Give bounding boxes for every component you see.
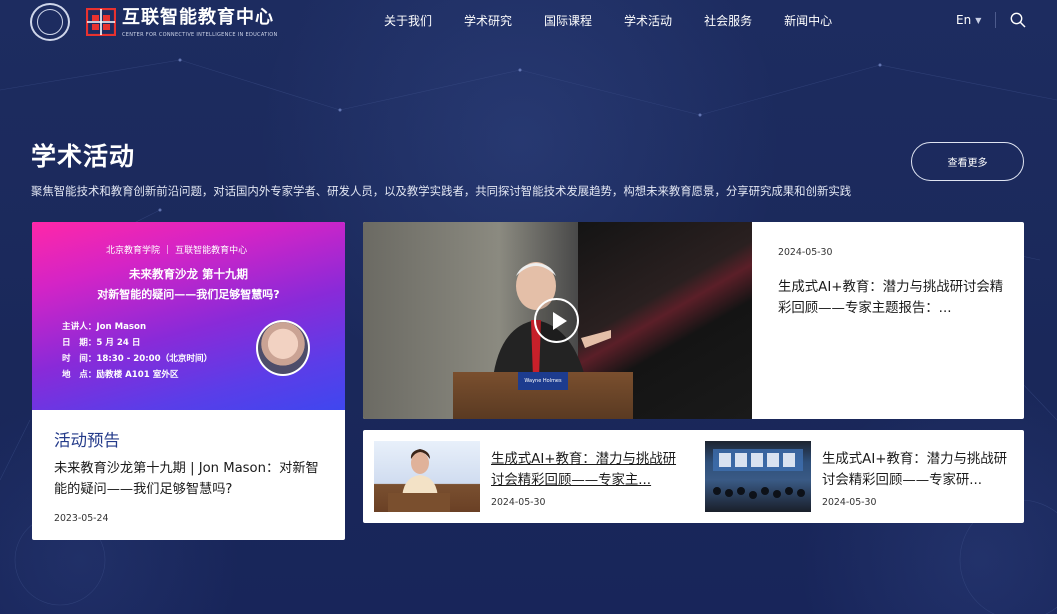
video-news-date: 2024-05-30 [778,247,833,258]
nav-item-courses[interactable]: 国际课程 [544,12,592,29]
podium-label: Wayne Holmes [518,372,568,390]
video-thumbnail[interactable]: Wayne Holmes [363,222,752,419]
brand-name-en: CENTER FOR CONNECTIVE INTELLIGENCE IN ED… [122,31,278,38]
poster-time: 时 间：18:30 - 20:00（北京时间） [62,354,213,364]
featured-event-body: 活动预告 未来教育沙龙第十九期 | Jon Mason：对新智能的疑问——我们足… [32,410,345,524]
news-title[interactable]: 生成式AI+教育：潜力与挑战研讨会精彩回顾——专家研... [822,449,1012,491]
news-date: 2024-05-30 [491,497,546,508]
nav-item-about[interactable]: 关于我们 [384,12,432,29]
event-date: 2023-05-24 [54,513,109,524]
video-news-info: 2024-05-30 生成式AI+教育：潜力与挑战研讨会精彩回顾——专家主题报告… [778,247,1008,319]
main-nav: 关于我们 学术研究 国际课程 学术活动 社会服务 新闻中心 [384,12,864,29]
news-date: 2024-05-30 [822,497,877,508]
section-description: 聚焦智能技术和教育创新前沿问题，对话国内外专家学者、研发人员，以及教学实践者，共… [31,184,852,198]
news-text: 生成式AI+教育：潜力与挑战研讨会精彩回顾——专家主... 2024-05-30 [491,449,681,508]
poster-place: 地 点：励教楼 A101 室外区 [62,370,179,380]
nav-item-news[interactable]: 新闻中心 [784,12,832,29]
news-thumbnail[interactable] [374,441,480,512]
nav-item-research[interactable]: 学术研究 [464,12,512,29]
news-title[interactable]: 生成式AI+教育：潜力与挑战研讨会精彩回顾——专家主... [491,449,681,491]
language-switcher[interactable]: En ▼ [956,13,981,27]
news-thumbnail[interactable] [705,441,811,512]
view-more-button[interactable]: 查看更多 [911,142,1024,181]
video-news-title[interactable]: 生成式AI+教育：潜力与挑战研讨会精彩回顾——专家主题报告：... [778,277,1008,319]
poster-title-line2: 对新智能的疑问——我们足够智慧吗? [97,288,280,301]
site-header: 互联智能教育中心 CENTER FOR CONNECTIVE INTELLIGE… [0,0,1057,44]
brand-name: 互联智能教育中心 CENTER FOR CONNECTIVE INTELLIGE… [122,7,278,38]
language-label: En [956,13,972,27]
video-news-card[interactable]: Wayne Holmes 2024-05-30 生成式AI+教育：潜力与挑战研讨… [363,222,1024,419]
nav-item-services[interactable]: 社会服务 [704,12,752,29]
event-tag: 活动预告 [54,431,120,450]
poster-speaker: 主讲人：Jon Mason [62,322,147,332]
poster-logo-right: 互联智能教育中心 [175,246,248,256]
play-icon[interactable] [534,298,579,343]
news-text: 生成式AI+教育：潜力与挑战研讨会精彩回顾——专家研... 2024-05-30 [822,449,1012,508]
poster-date: 日 期：5 月 24 日 [62,338,141,348]
featured-event-card[interactable]: 北京教育学院 | 互联智能教育中心 未来教育沙龙 第十九期 对新智能的疑问——我… [32,222,345,540]
poster-logo-left: 北京教育学院 [106,246,161,256]
university-seal-icon [30,3,70,41]
logo[interactable]: 互联智能教育中心 CENTER FOR CONNECTIVE INTELLIGE… [30,3,278,41]
poster-title-line1: 未来教育沙龙 第十九期 [128,267,248,281]
list-item[interactable]: 生成式AI+教育：潜力与挑战研讨会精彩回顾——专家研... 2024-05-30 [705,441,1015,512]
brand-mark-icon [85,7,117,37]
poster-logos: 北京教育学院 | 互联智能教育中心 [106,244,248,257]
search-icon[interactable] [1010,12,1026,28]
section-title: 学术活动 [31,142,136,171]
nav-item-activities[interactable]: 学术活动 [624,12,672,29]
list-item[interactable]: 生成式AI+教育：潜力与挑战研讨会精彩回顾——专家主... 2024-05-30 [374,441,694,512]
news-list-card: 生成式AI+教育：潜力与挑战研讨会精彩回顾——专家主... 2024-05-30 [363,430,1024,523]
header-divider [995,12,996,28]
poster-details: 主讲人：Jon Mason 日 期：5 月 24 日 时 间：18:30 - 2… [62,319,212,383]
brand-name-cn: 互联智能教育中心 [122,6,274,28]
speaker-avatar [256,320,310,376]
event-title[interactable]: 未来教育沙龙第十九期 | Jon Mason：对新智能的疑问——我们足够智慧吗? [54,458,323,500]
event-poster[interactable]: 北京教育学院 | 互联智能教育中心 未来教育沙龙 第十九期 对新智能的疑问——我… [32,222,345,410]
caret-down-icon: ▼ [975,15,982,25]
